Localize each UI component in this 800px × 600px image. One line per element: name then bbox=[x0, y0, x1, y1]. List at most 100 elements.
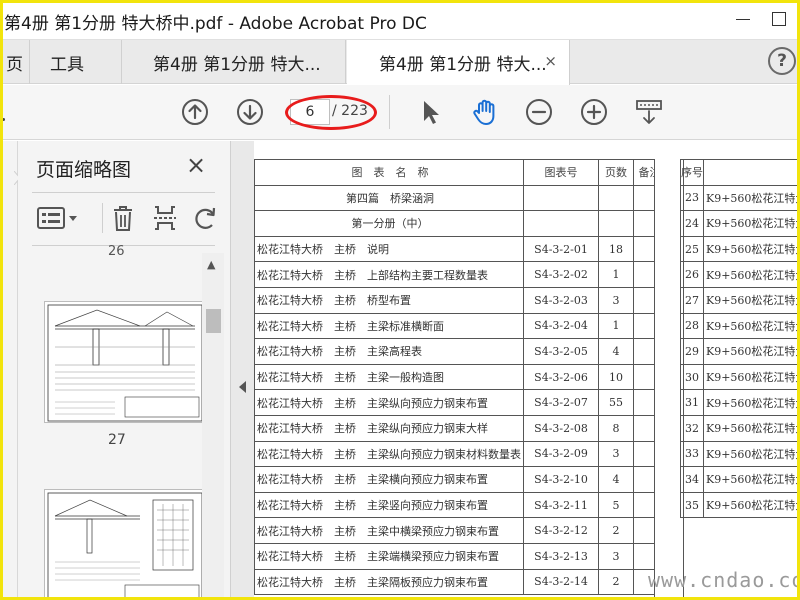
row-name: 松花江特大桥 主桥 主梁隔板预应力钢束布置 bbox=[254, 568, 524, 596]
table-row: 松花江特大桥 主桥 主梁标准横断面 S4-3-2-04 1 bbox=[254, 312, 666, 340]
row-code: S4-3-2-09 bbox=[523, 440, 599, 468]
delete-page-icon[interactable] bbox=[112, 204, 134, 232]
next-page-icon[interactable] bbox=[235, 97, 265, 127]
row-pages: 55 bbox=[598, 389, 634, 416]
row-seq: 26 bbox=[680, 261, 704, 288]
tab-close-icon[interactable]: × bbox=[544, 52, 557, 70]
page-number-input[interactable]: 6 bbox=[290, 99, 330, 125]
row-seq: 28 bbox=[680, 312, 704, 340]
table-row: 松花江特大桥 主桥 上部结构主要工程数量表 S4-3-2-02 1 bbox=[254, 261, 666, 288]
row-name: 松花江特大桥 主桥 主梁高程表 bbox=[254, 338, 524, 365]
row-name: K9+560松花江特大 bbox=[702, 312, 800, 340]
section-row: 第四篇 桥梁涵洞 bbox=[254, 184, 666, 212]
row-name: K9+560松花江特大 bbox=[702, 491, 800, 519]
thumbnail-options-icon[interactable] bbox=[36, 206, 80, 230]
row-name: 松花江特大桥 主桥 主梁一般构造图 bbox=[254, 363, 524, 391]
table-row: 35 K9+560松花江特大 bbox=[680, 491, 800, 519]
header-code: 图表号 bbox=[523, 159, 599, 186]
table-row: 松花江特大桥 主桥 主梁高程表 S4-3-2-05 4 bbox=[254, 338, 666, 365]
thumbnail-drawing bbox=[47, 492, 203, 600]
table-row: 32 K9+560松花江特大 bbox=[680, 414, 800, 442]
row-name: 松花江特大桥 主桥 主梁纵向预应力钢束布置 bbox=[254, 389, 524, 416]
toolbar-separator bbox=[389, 95, 390, 129]
zoom-in-icon[interactable] bbox=[579, 97, 609, 127]
row-name: K9+560松花江特大 bbox=[702, 210, 800, 237]
table-row: 松花江特大桥 主桥 主梁纵向预应力钢束材料数量表 S4-3-2-09 3 bbox=[254, 440, 666, 468]
row-name: 松花江特大桥 主桥 主梁竖向预应力钢束布置 bbox=[254, 491, 524, 519]
row-pages: 4 bbox=[598, 338, 634, 365]
table-row: 33 K9+560松花江特大 bbox=[680, 440, 800, 468]
row-seq: 33 bbox=[680, 440, 704, 468]
document-view[interactable]: 图 表 名 称 图表号 页数 备注 第四篇 桥梁涵洞 第一分册（中） 松花江特大… bbox=[254, 141, 800, 600]
row-seq: 31 bbox=[680, 389, 704, 416]
prev-page-icon[interactable] bbox=[180, 97, 210, 127]
header-seq: 序号 bbox=[680, 159, 704, 186]
table-row: 28 K9+560松花江特大 bbox=[680, 312, 800, 340]
main-toolbar: 6 / 223 bbox=[0, 85, 800, 140]
table-header-row: 序号 bbox=[680, 159, 800, 186]
toolbar-edge-mark bbox=[2, 118, 5, 121]
row-seq: 30 bbox=[680, 363, 704, 391]
row-code: S4-3-2-07 bbox=[523, 389, 599, 416]
table-header-row: 图 表 名 称 图表号 页数 备注 bbox=[254, 159, 666, 186]
scroll-up-icon[interactable]: ▲ bbox=[207, 258, 215, 271]
page-thumbnail[interactable] bbox=[44, 489, 204, 600]
scroll-mode-icon[interactable] bbox=[634, 97, 664, 127]
maximize-button[interactable] bbox=[772, 12, 786, 26]
tab-document-2[interactable]: 第4册 第1分册 特大... × bbox=[347, 40, 570, 85]
page-thumbnails-panel: 页面缩略图 × 26 27 ▲ bbox=[18, 141, 230, 600]
thumbnail-drawing bbox=[47, 304, 203, 422]
row-name: K9+560松花江特大 bbox=[702, 414, 800, 442]
row-pages: 3 bbox=[598, 440, 634, 468]
help-button[interactable]: ? bbox=[768, 47, 796, 75]
panel-divider bbox=[32, 192, 215, 193]
row-pages: 4 bbox=[598, 466, 634, 493]
row-seq: 24 bbox=[680, 210, 704, 237]
scrollbar-thumb[interactable] bbox=[206, 309, 221, 333]
row-code: S4-3-2-13 bbox=[523, 542, 599, 570]
row-seq: 34 bbox=[680, 466, 704, 493]
thumbnails-close-icon[interactable]: × bbox=[186, 151, 206, 179]
row-seq: 32 bbox=[680, 414, 704, 442]
hand-tool-icon[interactable] bbox=[470, 97, 500, 127]
row-name: 松花江特大桥 主桥 主梁纵向预应力钢束材料数量表 bbox=[254, 440, 524, 468]
window-controls bbox=[736, 12, 786, 26]
row-name: K9+560松花江特大 bbox=[702, 389, 800, 416]
row-code: S4-3-2-02 bbox=[523, 261, 599, 288]
row-code: S4-3-2-10 bbox=[523, 466, 599, 493]
row-name: 松花江特大桥 主桥 主梁端横梁预应力钢束布置 bbox=[254, 542, 524, 570]
thumbnails-toolbar bbox=[32, 199, 222, 239]
title-bar: 第4册 第1分册 特大桥中.pdf - Adobe Acrobat Pro DC bbox=[0, 0, 800, 40]
row-pages: 2 bbox=[598, 568, 634, 596]
table-row: 31 K9+560松花江特大 bbox=[680, 389, 800, 416]
thumbnails-scrollbar[interactable]: ▲ bbox=[202, 253, 224, 600]
page-total: / 223 bbox=[332, 103, 368, 119]
collapse-pane-handle[interactable] bbox=[230, 141, 254, 600]
section-row: 第一分册（中） bbox=[254, 210, 666, 237]
table-row: 松花江特大桥 主桥 主梁竖向预应力钢束布置 S4-3-2-11 5 bbox=[254, 491, 666, 519]
row-code: S4-3-2-12 bbox=[523, 517, 599, 544]
extract-pages-icon[interactable] bbox=[152, 204, 178, 232]
tab-document-1-label: 第4册 第1分册 特大... bbox=[153, 54, 321, 75]
row-code: S4-3-2-01 bbox=[523, 235, 599, 263]
row-seq: 35 bbox=[680, 491, 704, 519]
section-title: 第一分册（中） bbox=[254, 210, 524, 237]
row-pages: 1 bbox=[598, 312, 634, 340]
window-title: 第4册 第1分册 特大桥中.pdf - Adobe Acrobat Pro DC bbox=[4, 14, 427, 34]
thumbnail-page-label: 27 bbox=[108, 432, 126, 448]
thumbnail-page-label: 26 bbox=[108, 244, 125, 259]
header-name: 图 表 名 称 bbox=[254, 159, 524, 186]
zoom-out-icon[interactable] bbox=[524, 97, 554, 127]
select-cursor-icon[interactable] bbox=[416, 97, 446, 127]
watermark-text: www.cndao.com bbox=[648, 568, 800, 592]
row-name: K9+560松花江特大 bbox=[702, 363, 800, 391]
table-row: 25 K9+560松花江特大 bbox=[680, 235, 800, 263]
row-pages: 8 bbox=[598, 414, 634, 442]
tab-tools[interactable]: 工具 bbox=[30, 40, 122, 84]
rotate-page-icon[interactable] bbox=[192, 205, 218, 231]
page-thumbnail[interactable] bbox=[44, 301, 204, 423]
tab-document-1[interactable]: 第4册 第1分册 特大... bbox=[123, 40, 346, 84]
minimize-button[interactable] bbox=[736, 12, 750, 26]
tab-home[interactable]: 页 bbox=[0, 40, 30, 84]
navigation-pane-strip bbox=[0, 141, 21, 600]
